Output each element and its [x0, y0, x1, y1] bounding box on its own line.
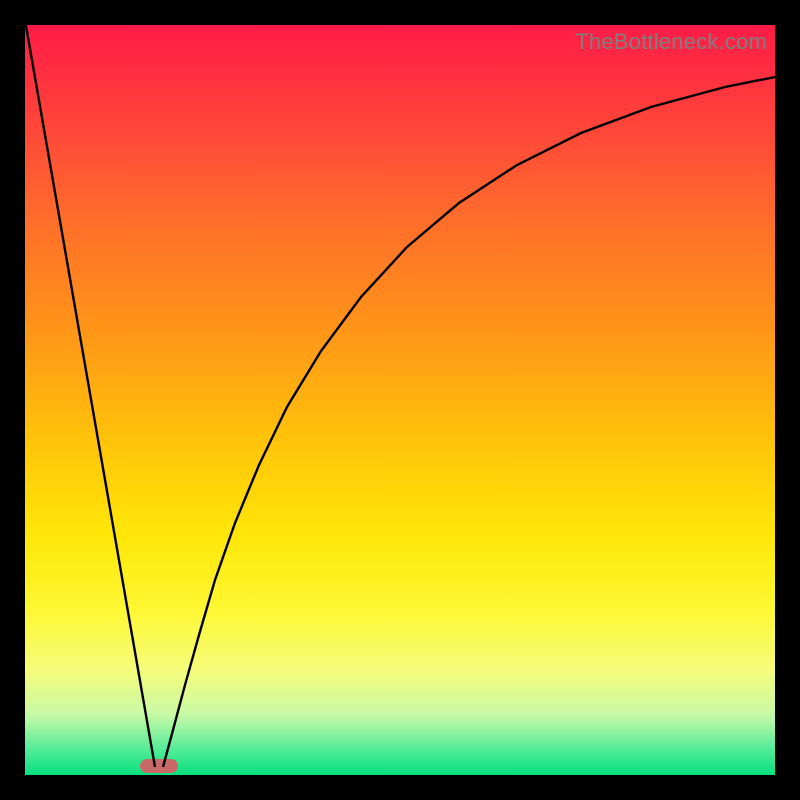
plot-area: TheBottleneck.com — [25, 25, 775, 775]
right-ascending-curve — [163, 77, 775, 767]
curve-layer — [25, 25, 775, 775]
left-descending-line — [25, 25, 155, 767]
watermark-text: TheBottleneck.com — [575, 29, 767, 55]
chart-frame: TheBottleneck.com — [0, 0, 800, 800]
